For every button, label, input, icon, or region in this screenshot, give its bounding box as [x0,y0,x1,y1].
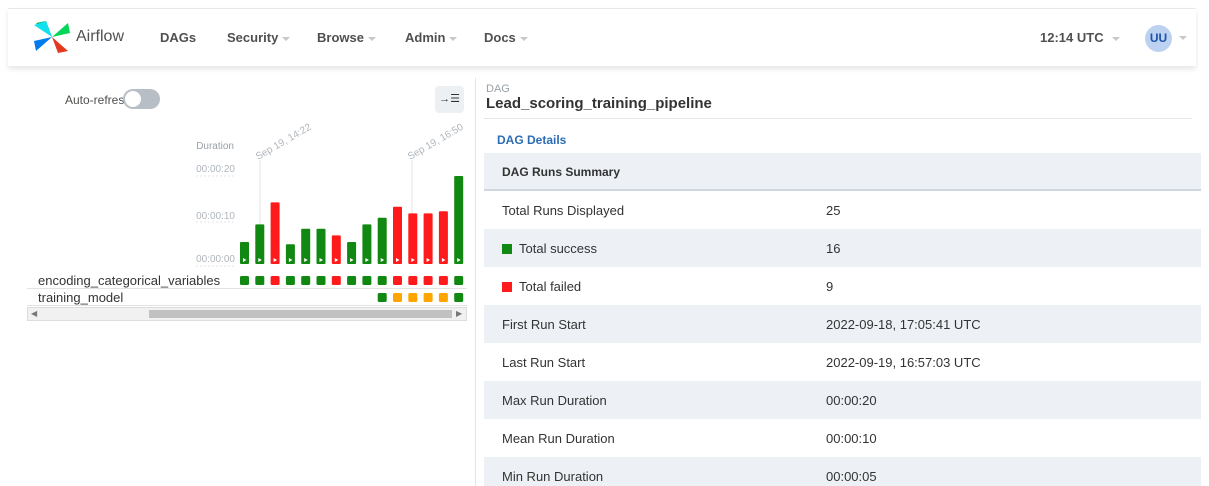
task-instance-cell[interactable] [377,276,387,285]
task-instance-cell[interactable] [408,276,418,285]
scroll-right-arrow-icon[interactable]: ▶ [456,308,462,320]
summary-row-value: 2022-09-19, 16:57:03 UTC [826,355,981,370]
task-instance-cell[interactable] [270,276,280,285]
dag-title[interactable]: Lead_scoring_training_pipeline [486,95,712,112]
dag-run-bar[interactable] [270,202,280,264]
summary-row-value: 16 [826,241,841,256]
summary-row-label-text: First Run Start [502,317,586,332]
summary-row-value: 2022-09-18, 17:05:41 UTC [826,317,981,332]
summary-row-label: Max Run Duration [502,393,607,408]
date-label-2: Sep 19, 16:50 [406,122,466,163]
summary-row-label-text: Total failed [519,279,582,294]
summary-row-label-text: Total Runs Displayed [502,203,625,218]
task-instance-cell[interactable] [393,276,402,285]
dag-run-bar[interactable] [393,206,402,264]
dag-run-bar[interactable] [301,228,311,264]
summary-row-label: Mean Run Duration [502,431,615,446]
task-instance-cell[interactable] [316,276,326,285]
summary-row-label-text: Max Run Duration [502,393,607,408]
nav-docs-label: Docs [484,30,516,45]
summary-rows: Total Runs Displayed 25 Total success 16 Tot… [484,191,1201,486]
task-row-training-model[interactable]: training_model [38,290,123,305]
task-instance-cell[interactable] [362,276,372,285]
task-instance-cell[interactable] [301,276,311,285]
summary-row-label: Total success [502,241,597,256]
task-instance-cell[interactable] [438,276,448,285]
summary-row-label: Last Run Start [502,355,585,370]
task-instance-cell[interactable] [285,276,295,285]
task-instance-cell[interactable] [454,276,464,285]
chevron-down-icon [1111,36,1120,41]
dag-run-bar[interactable] [423,213,433,264]
task-row-divider [27,305,467,306]
dag-kicker: DAG [486,83,510,95]
task-instance-cell[interactable] [377,293,387,302]
dag-run-bar[interactable] [316,228,326,264]
tab-dag-details[interactable]: DAG Details [497,133,566,147]
task-instance-cell[interactable] [454,293,464,302]
panel-divider[interactable] [475,78,476,486]
task-row-encoding-categorical-variables[interactable]: encoding_categorical_variables [38,273,220,288]
scroll-left-arrow-icon[interactable]: ◀ [31,308,37,320]
summary-row-label-text: Min Run Duration [502,469,604,484]
duration-bars [240,176,464,264]
summary-row: First Run Start 2022-09-18, 17:05:41 UTC [484,305,1201,343]
summary-row-label-text: Total success [519,241,598,256]
success-legend-square-icon [502,244,512,254]
task-instance-cell[interactable] [408,293,418,302]
current-time: 12:14 UTC [1040,30,1104,45]
summary-row-value: 00:00:20 [826,393,877,408]
dag-run-bar[interactable] [454,176,464,264]
grid-horizontal-scrollbar[interactable]: ◀ ▶ [27,307,467,321]
chevron-down-icon [519,36,528,41]
date-label-1: Sep 19, 14:22 [254,122,314,163]
summary-table-header: DAG Runs Summary [484,153,1201,191]
dag-run-bar[interactable] [377,217,387,264]
summary-row-label: Total Runs Displayed [502,203,624,218]
summary-row-value: 9 [826,279,834,294]
task-instance-cell[interactable] [393,293,402,302]
tick-label-20s: 00:00:20 [196,164,235,175]
summary-row-label: Min Run Duration [502,469,603,484]
chevron-down-icon[interactable] [1179,36,1187,40]
task-instance-cell[interactable] [347,276,357,285]
title-divider [484,118,1192,119]
dag-run-bar[interactable] [438,211,448,264]
summary-row: Total success 16 [484,229,1201,267]
task-instance-cell[interactable] [331,276,341,285]
summary-row-label: First Run Start [502,317,586,332]
summary-row-label: Total failed [502,279,581,294]
user-avatar[interactable]: UU [1145,25,1172,52]
summary-row: Min Run Duration 00:00:05 [484,457,1201,486]
summary-row-value: 00:00:10 [826,431,877,446]
task-instance-cell[interactable] [240,276,249,285]
summary-row: Total failed 9 [484,267,1201,305]
summary-row-value: 00:00:05 [826,469,877,484]
summary-row: Max Run Duration 00:00:20 [484,381,1201,419]
dag-run-bar[interactable] [255,224,265,264]
task-instance-cell[interactable] [255,276,265,285]
summary-row: Total Runs Displayed 25 [484,191,1201,229]
task-instance-cells [240,276,464,302]
summary-row: Mean Run Duration 00:00:10 [484,419,1201,457]
nav-docs[interactable]: Docs [484,30,528,45]
dag-runs-summary-table: DAG Runs Summary Total Runs Displayed 25 T… [484,153,1201,486]
summary-row-value: 25 [826,203,841,218]
task-instance-cell[interactable] [438,293,448,302]
task-row-divider [27,288,467,289]
tick-label-10s: 00:00:10 [196,211,235,222]
summary-row-label-text: Last Run Start [502,355,586,370]
scrollbar-thumb[interactable] [149,310,452,318]
summary-row: Last Run Start 2022-09-19, 16:57:03 UTC [484,343,1201,381]
summary-row-label-text: Mean Run Duration [502,431,615,446]
timezone-menu[interactable]: 12:14 UTC [1040,30,1120,45]
dag-run-bar[interactable] [362,224,372,264]
tick-label-0s: 00:00:00 [196,254,235,265]
task-instance-cell[interactable] [423,276,433,285]
failed-legend-square-icon [502,282,512,292]
duration-axis-label: Duration [196,141,234,152]
dag-run-bar[interactable] [408,213,418,264]
task-instance-cell[interactable] [423,293,433,302]
